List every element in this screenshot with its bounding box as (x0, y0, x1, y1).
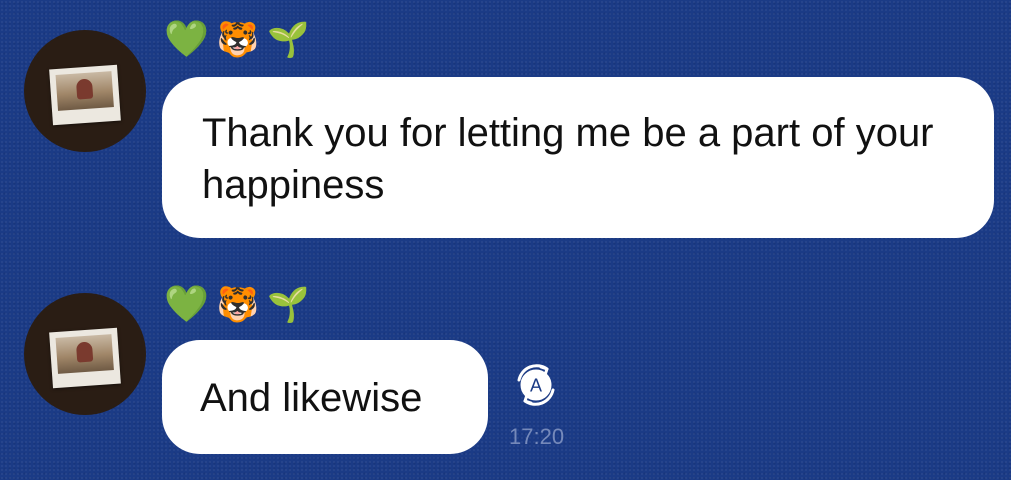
tiger-face-icon: 🐯 (216, 20, 260, 60)
message-text: And likewise (200, 376, 423, 420)
green-heart-icon: 💚 (164, 284, 209, 325)
message-timestamp: 17:20 (509, 424, 565, 449)
tiger-face-icon: 🐯 (216, 285, 260, 325)
translate-icon[interactable]: A (513, 362, 559, 408)
reaction-row: 💚 🐯 🌱 (164, 281, 310, 329)
message-bubble[interactable]: And likewise (162, 340, 488, 454)
avatar-photo (49, 64, 121, 126)
sender-avatar[interactable] (24, 293, 146, 415)
translate-label: A (530, 376, 542, 396)
seedling-icon: 🌱 (267, 285, 310, 325)
reaction-row: 💚 🐯 🌱 (164, 16, 310, 64)
seedling-icon: 🌱 (267, 20, 310, 60)
avatar-photo (49, 327, 121, 389)
message-bubble[interactable]: Thank you for letting me be a part of yo… (162, 77, 994, 238)
sender-avatar[interactable] (24, 30, 146, 152)
message-text: Thank you for letting me be a part of yo… (202, 111, 934, 207)
green-heart-icon: 💚 (164, 19, 209, 60)
